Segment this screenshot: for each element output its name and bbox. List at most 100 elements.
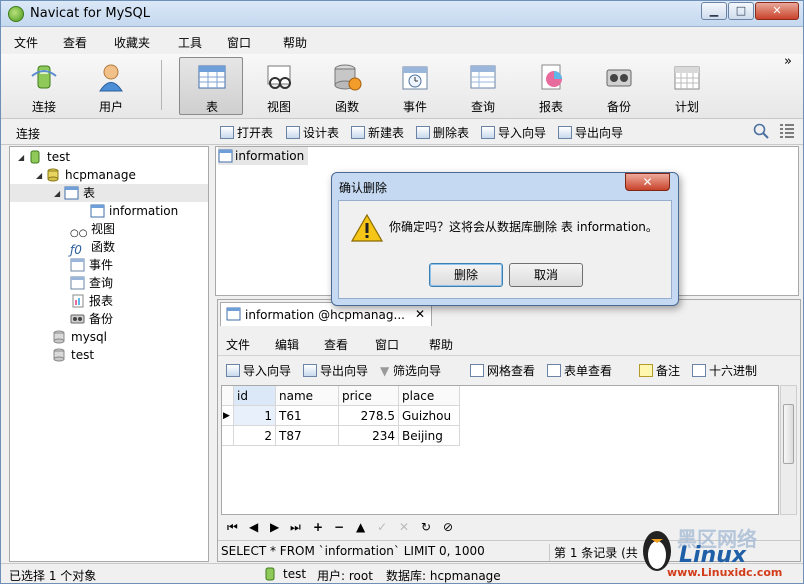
memo-button[interactable]: 备注 <box>639 362 680 378</box>
toolbar-event-button[interactable]: 事件 <box>385 58 445 114</box>
last-record-button[interactable]: ⏭ <box>290 520 301 535</box>
tree-events-node[interactable]: 事件 <box>70 256 113 274</box>
menu-file[interactable]: 文件 <box>14 34 38 51</box>
new-table-button[interactable]: 新建表 <box>351 124 404 140</box>
tree-tables-node[interactable]: ◢ 表 <box>10 184 208 202</box>
form-view-button[interactable]: 表单查看 <box>547 362 612 378</box>
collapse-arrow-icon[interactable]: ◢ <box>54 185 64 203</box>
tree-table-information[interactable]: information <box>90 202 178 220</box>
column-header-place[interactable]: place <box>399 386 460 406</box>
table-cell[interactable]: T87 <box>276 426 339 446</box>
connection-tree: ◢ test ◢ hcpmanage ◢ 表 information ○○ 视图 ƒ0 函… <box>9 146 209 562</box>
menu-help[interactable]: 帮助 <box>283 34 307 51</box>
refresh-button[interactable]: ↻ <box>421 520 431 534</box>
tree-database-hcpmanage[interactable]: ◢ hcpmanage <box>36 166 136 184</box>
new-table-icon <box>351 126 365 139</box>
menu-tools[interactable]: 工具 <box>178 34 202 51</box>
event-icon <box>70 258 85 272</box>
discard-changes-button[interactable]: ✕ <box>399 520 409 534</box>
tree-backups-node[interactable]: 备份 <box>70 310 113 328</box>
grid-view-button[interactable]: 网格查看 <box>470 362 535 378</box>
import-wizard-button[interactable]: 导入向导 <box>481 124 546 140</box>
tree-reports-node[interactable]: 报表 <box>70 292 113 310</box>
toolbar-function-button[interactable]: 函数 <box>317 58 377 114</box>
scrollbar-thumb[interactable] <box>783 404 794 464</box>
toolbar-schedule-button[interactable]: 计划 <box>657 58 717 114</box>
delete-table-icon <box>416 126 430 139</box>
tree-views-node[interactable]: ○○ 视图 <box>70 220 115 239</box>
view-mode-icon[interactable] <box>779 123 795 139</box>
toolbar-view-button[interactable]: 视图 <box>249 58 309 114</box>
confirm-delete-dialog: 确认删除 ✕ 你确定吗？这将会从数据库删除 表 information。 删除 … <box>331 172 679 306</box>
menu-view[interactable]: 查看 <box>63 34 87 51</box>
query-icon <box>470 65 496 89</box>
toolbar-backup-button[interactable]: 备份 <box>589 58 649 114</box>
tree-connection-test[interactable]: ◢ test <box>18 148 70 166</box>
connection-icon <box>265 567 275 581</box>
hex-button[interactable]: 十六进制 <box>692 362 757 378</box>
export-wizard-button[interactable]: 导出向导 <box>303 362 368 378</box>
table-cell[interactable]: 1 <box>234 406 276 426</box>
toolbar-report-button[interactable]: 报表 <box>521 58 581 114</box>
minimize-button[interactable]: ▁ <box>701 2 727 20</box>
column-header-name[interactable]: name <box>276 386 339 406</box>
cancel-button[interactable]: 取消 <box>509 263 583 287</box>
search-icon[interactable] <box>753 123 769 139</box>
toolbar-query-button[interactable]: 查询 <box>453 58 513 114</box>
grid-scrollbar[interactable] <box>780 385 797 515</box>
open-table-button[interactable]: 打开表 <box>220 124 273 140</box>
child-menu-help[interactable]: 帮助 <box>429 336 453 353</box>
menu-favorites[interactable]: 收藏夹 <box>114 34 150 51</box>
toolbar-separator <box>161 60 162 110</box>
collapse-arrow-icon[interactable]: ◢ <box>36 167 46 185</box>
stop-button[interactable]: ⊘ <box>443 520 453 534</box>
maximize-button[interactable]: □ <box>728 2 754 20</box>
table-cell[interactable]: Beijing <box>399 426 460 446</box>
tree-database-mysql[interactable]: mysql <box>52 328 107 346</box>
child-menu-file[interactable]: 文件 <box>226 336 250 353</box>
delete-table-button[interactable]: 删除表 <box>416 124 469 140</box>
tree-database-test[interactable]: test <box>52 346 94 364</box>
child-menu-window[interactable]: 窗口 <box>375 336 399 353</box>
table-cell[interactable]: Guizhou <box>399 406 460 426</box>
table-cell[interactable]: 2 <box>234 426 276 446</box>
child-menu-view[interactable]: 查看 <box>324 336 348 353</box>
first-record-button[interactable]: ⏮ <box>227 520 238 535</box>
filter-wizard-button[interactable]: ▼ 筛选向导 <box>380 362 441 378</box>
close-tab-icon[interactable]: ✕ <box>415 307 425 321</box>
close-button[interactable]: ✕ <box>755 2 799 20</box>
object-item-information[interactable]: information <box>218 147 309 165</box>
schedule-icon <box>674 66 700 90</box>
table-cell[interactable]: 278.5 <box>339 406 399 426</box>
menu-window[interactable]: 窗口 <box>227 34 251 51</box>
import-wizard-button[interactable]: 导入向导 <box>226 362 291 378</box>
toolbar-table-button[interactable]: 表 <box>179 57 243 115</box>
export-icon <box>303 364 317 377</box>
toolbar-connection-button[interactable]: 连接 <box>14 58 74 114</box>
delete-record-button[interactable]: − <box>334 520 344 534</box>
dialog-close-button[interactable]: ✕ <box>625 173 670 191</box>
tree-functions-node[interactable]: ƒ0 函数 <box>70 238 115 257</box>
tree-queries-node[interactable]: 查询 <box>70 274 113 292</box>
prev-record-button[interactable]: ◀ <box>249 520 258 534</box>
design-table-button[interactable]: 设计表 <box>286 124 339 140</box>
apply-changes-button[interactable]: ✓ <box>377 520 387 534</box>
toolbar-overflow-button[interactable]: » <box>784 54 792 69</box>
collapse-arrow-icon[interactable]: ◢ <box>18 149 28 167</box>
table-cell[interactable]: T61 <box>276 406 339 426</box>
next-record-button[interactable]: ▶ <box>270 520 279 534</box>
add-record-button[interactable]: + <box>313 520 323 534</box>
column-header-price[interactable]: price <box>339 386 399 406</box>
function-icon: ƒ0 <box>70 243 82 257</box>
delete-button[interactable]: 删除 <box>429 263 503 287</box>
child-menu-edit[interactable]: 编辑 <box>275 336 299 353</box>
database-icon <box>53 348 65 362</box>
table-cell[interactable]: 234 <box>339 426 399 446</box>
view-icon: ○○ <box>70 228 88 239</box>
column-header-id[interactable]: id <box>234 386 276 406</box>
watermark-brand: Linux <box>679 543 747 568</box>
edit-record-button[interactable]: ▲ <box>356 520 365 534</box>
open-table-icon <box>220 126 234 139</box>
toolbar-user-button[interactable]: 用户 <box>81 58 141 114</box>
export-wizard-button[interactable]: 导出向导 <box>558 124 623 140</box>
